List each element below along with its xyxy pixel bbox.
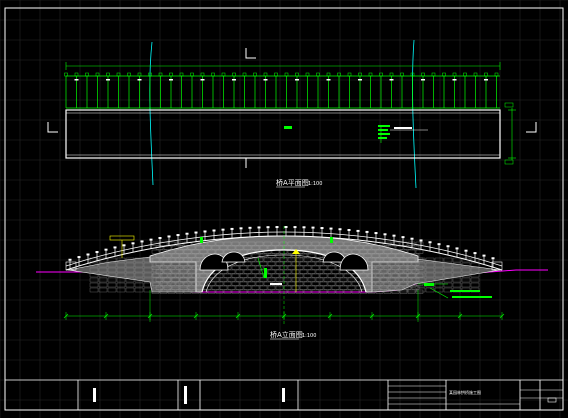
section-marker-bottom [245, 157, 256, 168]
plan-view-scale: 1:100 [308, 181, 322, 187]
title-block-label-3 [282, 388, 285, 402]
plan-centerline-right [412, 39, 417, 189]
background-grid [0, 0, 568, 418]
title-block-label-1 [93, 388, 96, 402]
deck-center-label [284, 126, 292, 129]
bridge-deck-outline [65, 109, 501, 159]
section-marker-right [526, 122, 537, 133]
elevation-label-box [109, 235, 135, 241]
drawing-title: 某园林拱桥施工图 [449, 389, 481, 395]
elevation-view-caption: 桥A立面图 [270, 330, 303, 339]
section-marker-top [245, 48, 256, 59]
section-marker-left [47, 122, 58, 133]
railing-post-marks [64, 72, 499, 81]
elevation-view: 桥A立面图 1:100 [36, 226, 548, 340]
title-block-label-2 [184, 386, 187, 404]
cad-drawing-canvas: 桥A平面图 1:100 桥A立面图 1:100 某园林拱桥施工图 [0, 0, 568, 418]
elevation-view-scale: 1:100 [302, 333, 316, 339]
railing-posts [65, 76, 497, 108]
plan-centerline-left [149, 41, 154, 186]
plan-view-caption: 桥A平面图 [276, 178, 309, 187]
cad-drawing: 桥A平面图 1:100 桥A立面图 1:100 某园林拱桥施工图 [0, 0, 568, 418]
plan-view: 桥A平面图 1:100 [47, 39, 537, 189]
drawing-frame [4, 7, 564, 411]
title-block-rows [388, 385, 563, 405]
